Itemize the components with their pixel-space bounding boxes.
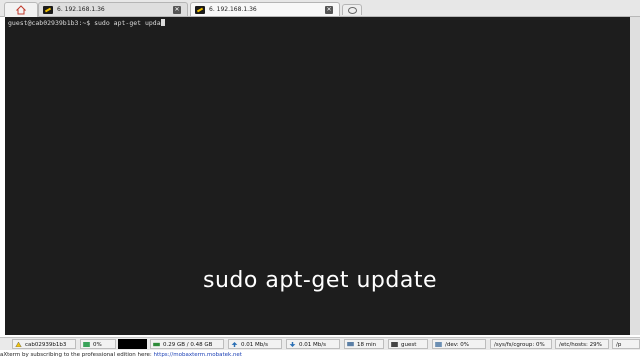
new-tab-button[interactable] [342, 4, 362, 15]
new-tab-icon [348, 7, 357, 14]
tab-session-2[interactable]: 6. 192.168.1.36 ✕ [190, 2, 340, 16]
prompt-text: guest@cab02939b1b3:~$ sudo apt-get upda [8, 19, 161, 27]
close-icon[interactable]: ✕ [173, 6, 181, 14]
memory-icon [153, 342, 160, 347]
text-cursor [160, 19, 165, 26]
status-trail: /p [612, 339, 640, 349]
status-upload: 0.01 Mb/s [228, 339, 282, 349]
status-cpu: 0% [80, 339, 116, 349]
monitor-icon [347, 342, 354, 347]
disk-icon [435, 342, 442, 347]
close-icon[interactable]: ✕ [325, 6, 333, 14]
warning-icon [15, 342, 22, 347]
status-dev: /dev: 0% [432, 339, 486, 349]
status-download: 0.01 Mb/s [286, 339, 340, 349]
footer-text: aXterm by subscribing to the professiona… [0, 352, 152, 358]
status-memory: 0.29 GB / 0.48 GB [150, 339, 224, 349]
status-uptime: 18 min [344, 339, 384, 349]
tab-label: 6. 192.168.1.36 [209, 6, 257, 13]
tab-bar: 6. 192.168.1.36 ✕ 6. 192.168.1.36 ✕ [0, 0, 640, 17]
status-host: cab02939b1b3 [12, 339, 76, 349]
status-cgroup: /sys/fs/cgroup: 0% [490, 339, 552, 349]
status-bar: cab02939b1b3 0% 0.29 GB / 0.48 GB 0.01 M… [0, 337, 640, 350]
home-icon [16, 5, 26, 15]
status-user: guest [388, 339, 428, 349]
terminal-icon [43, 6, 53, 14]
cpu-icon [83, 342, 90, 347]
download-arrow-icon [289, 342, 296, 347]
video-caption: sudo apt-get update [203, 268, 437, 293]
cpu-graph [118, 339, 147, 349]
home-tab[interactable] [4, 2, 38, 17]
footer-link[interactable]: https://mobaxterm.mobatek.net [154, 352, 242, 358]
upload-arrow-icon [231, 342, 238, 347]
tab-label: 6. 192.168.1.36 [57, 6, 105, 13]
terminal-icon [195, 6, 205, 14]
footer-message: aXterm by subscribing to the professiona… [0, 350, 640, 360]
user-icon [391, 342, 398, 347]
tab-session-1[interactable]: 6. 192.168.1.36 ✕ [38, 2, 188, 16]
prompt-line: guest@cab02939b1b3:~$ sudo apt-get upda [8, 19, 165, 27]
status-hosts: /etc/hosts: 29% [555, 339, 609, 349]
